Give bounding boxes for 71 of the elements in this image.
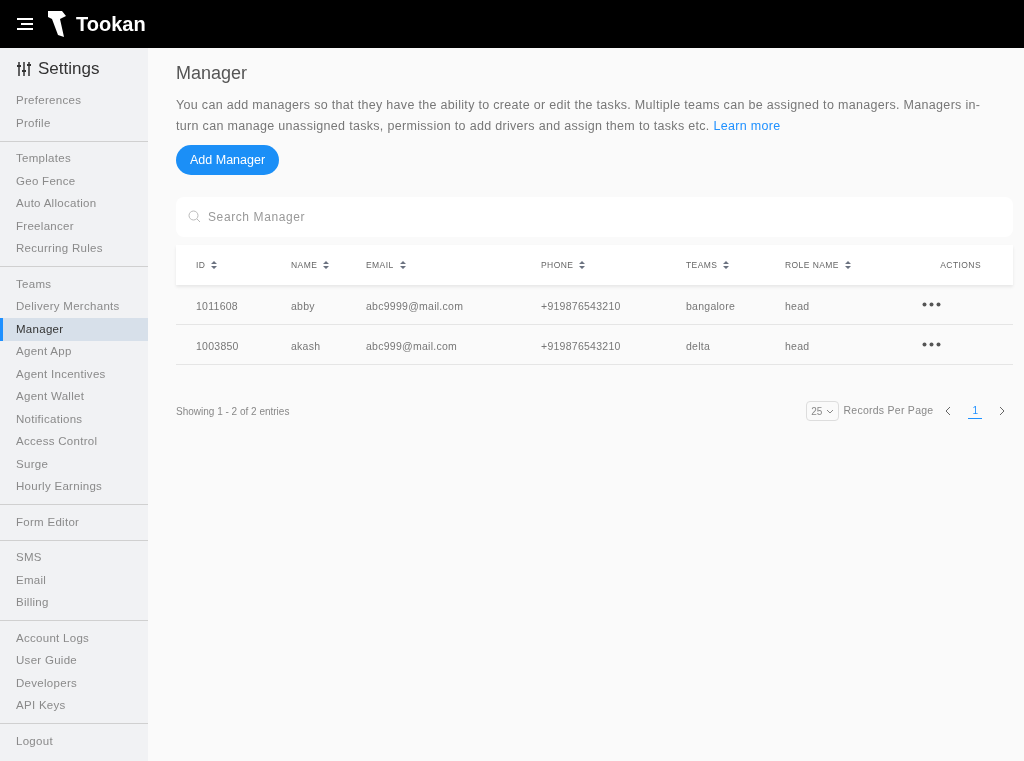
column-header[interactable]: TEAMS <box>686 258 730 272</box>
search-field[interactable]: Search Manager <box>176 197 1013 237</box>
sidebar-item[interactable]: Account Logs <box>0 627 148 650</box>
more-icon[interactable] <box>922 342 941 347</box>
page-title: Manager <box>176 62 249 85</box>
table-cell: +919876543210 <box>541 339 621 352</box>
brand-name: Tookan <box>76 12 146 37</box>
learn-more-link[interactable]: Learn more <box>713 119 781 133</box>
sort-icon[interactable] <box>579 261 586 269</box>
sidebar-item[interactable]: Access Control <box>0 430 148 453</box>
table-cell: delta <box>686 339 711 352</box>
per-page-select[interactable]: 25 <box>806 401 840 421</box>
sidebar-item[interactable]: Templates <box>0 147 148 170</box>
sidebar-item[interactable]: Developers <box>0 672 148 695</box>
sidebar-item[interactable]: Agent Incentives <box>0 363 148 386</box>
page-description: You can add managers so that they have the ability to create or edit the tasks. Multiple teams can be assigned to managers. Managers in-turn can manage unassigned tasks, permission to add drivers and assign them to tasks etc. Learn more <box>176 97 982 135</box>
column-header[interactable]: ID <box>196 258 218 272</box>
column-header[interactable]: PHONE <box>541 258 586 272</box>
sidebar-item[interactable]: Logout <box>0 730 148 753</box>
sort-icon[interactable] <box>723 261 730 269</box>
table-cell: head <box>785 299 810 312</box>
sidebar-item[interactable]: SMS <box>0 546 148 569</box>
column-header[interactable]: NAME <box>291 258 330 272</box>
sidebar-item[interactable]: Recurring Rules <box>0 237 148 260</box>
search-icon <box>188 210 201 223</box>
sidebar-item[interactable]: Preferences <box>0 89 148 112</box>
sort-icon[interactable] <box>323 261 330 269</box>
sidebar-item[interactable]: Billing <box>0 591 148 614</box>
table-cell: head <box>785 339 810 352</box>
table-cell: 1003850 <box>196 339 239 352</box>
page-number[interactable]: 1 <box>968 403 982 419</box>
logo-icon <box>46 9 68 39</box>
column-header[interactable]: ROLE NAME <box>785 258 851 272</box>
sidebar-item[interactable]: Teams <box>0 273 148 296</box>
column-header[interactable]: ACTIONS <box>940 258 981 272</box>
sort-icon[interactable] <box>399 261 406 269</box>
table-cell: abc9999@mail.com <box>366 299 464 312</box>
sidebar-item[interactable]: Profile <box>0 112 148 135</box>
sidebar-item[interactable]: Manager <box>0 318 148 341</box>
chevron-left-icon[interactable] <box>945 406 953 416</box>
entries-count: Showing 1 - 2 of 2 entries <box>176 404 291 419</box>
sidebar-item[interactable]: Delivery Merchants <box>0 295 148 318</box>
table-cell: abc999@mail.com <box>366 339 458 352</box>
sidebar-item[interactable]: Hourly Earnings <box>0 475 148 498</box>
sidebar-title: Settings <box>38 58 100 80</box>
table-cell: 1011608 <box>196 299 238 312</box>
sidebar-item[interactable]: Freelancer <box>0 215 148 238</box>
sidebar-item[interactable]: Form Editor <box>0 511 148 534</box>
sidebar-item[interactable]: API Keys <box>0 694 148 717</box>
table-cell: bangalore <box>686 299 736 312</box>
chevron-right-icon[interactable] <box>998 406 1005 416</box>
sidebar-item[interactable]: Agent App <box>0 340 148 363</box>
sidebar-item[interactable]: Geo Fence <box>0 170 148 193</box>
sidebar-item[interactable]: Agent Wallet <box>0 385 148 408</box>
sidebar-item[interactable]: Surge <box>0 453 148 476</box>
sliders-icon <box>16 60 32 77</box>
add-manager-button[interactable]: Add Manager <box>176 145 280 175</box>
chevron-down-icon <box>826 408 835 414</box>
more-icon[interactable] <box>922 302 941 307</box>
table-cell: +919876543210 <box>541 299 621 312</box>
sidebar-item[interactable]: Notifications <box>0 408 148 431</box>
menu-icon[interactable] <box>16 17 34 31</box>
sidebar-item[interactable]: Email <box>0 569 148 592</box>
column-header[interactable]: EMAIL <box>366 258 406 272</box>
sort-icon[interactable] <box>844 261 851 269</box>
table-cell: akash <box>291 339 321 352</box>
table-cell: abby <box>291 299 315 312</box>
sort-icon[interactable] <box>211 261 218 269</box>
sidebar-item[interactable]: Auto Allocation <box>0 192 148 215</box>
sidebar-item[interactable]: User Guide <box>0 649 148 672</box>
per-page-label: Records Per Page <box>843 403 934 419</box>
